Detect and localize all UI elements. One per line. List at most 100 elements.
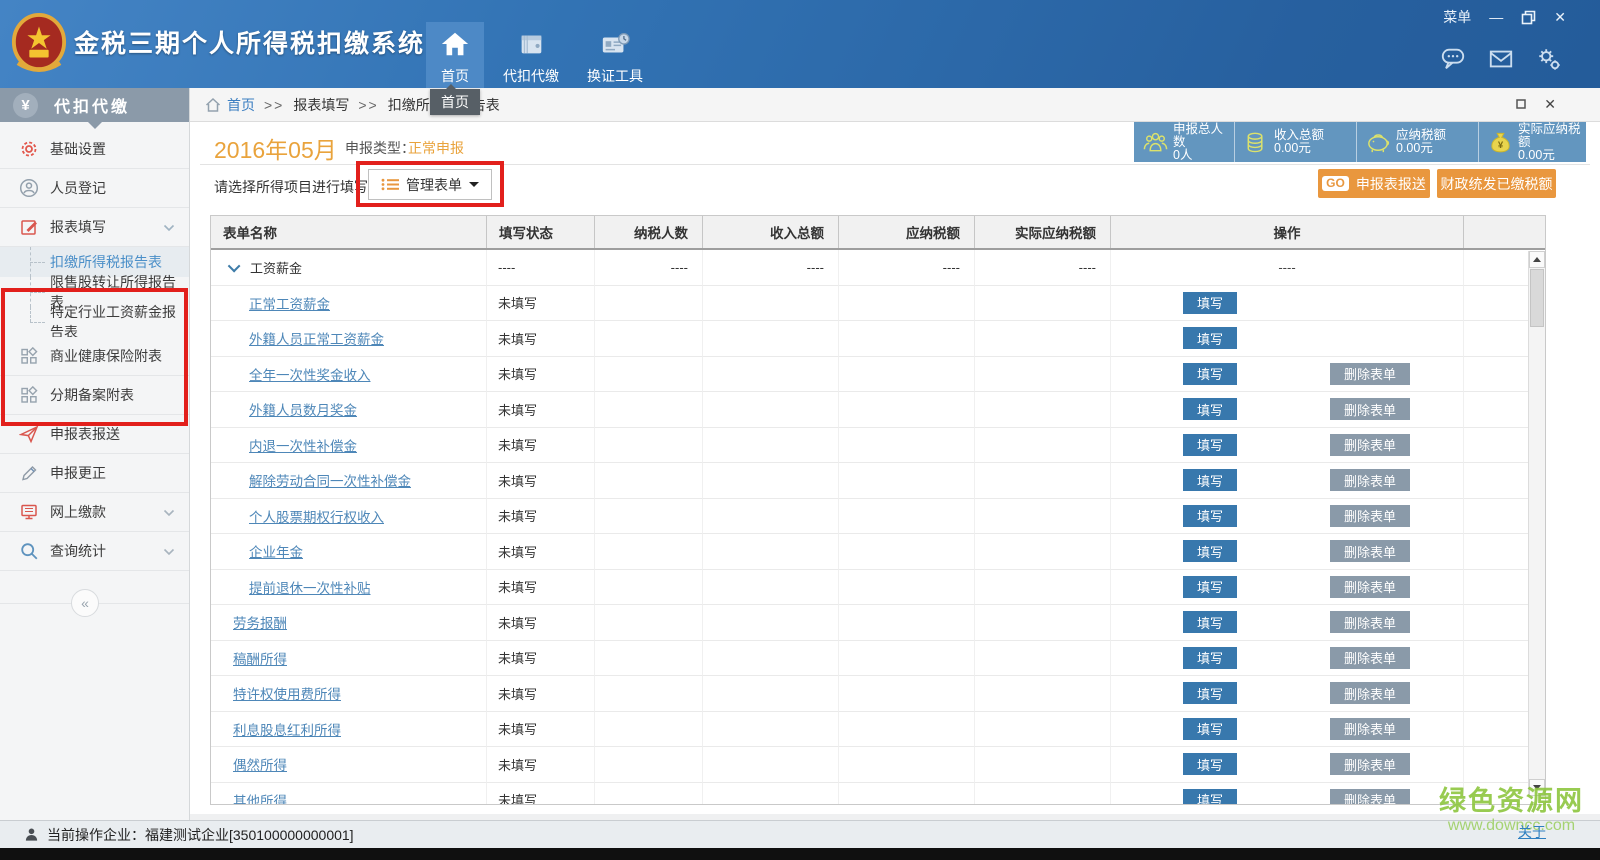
fiscal-paid-tax-button[interactable]: 财政统发已缴税额 [1437, 169, 1556, 198]
delete-form-button[interactable]: 删除表单 [1330, 505, 1410, 527]
table-scrollbar[interactable] [1528, 251, 1545, 796]
gear-icon[interactable] [1536, 46, 1562, 72]
sidebar-item-health-insurance[interactable]: 商业健康保险附表 [0, 337, 189, 376]
chat-icon[interactable] [1440, 46, 1466, 72]
fill-button[interactable]: 填写 [1183, 505, 1237, 527]
col-taxpayer-count: 纳税人数 [595, 216, 703, 248]
fill-button[interactable]: 填写 [1183, 611, 1237, 633]
form-link[interactable]: 利息股息红利所得 [233, 719, 341, 739]
sidebar-item-installment-filing[interactable]: 分期备案附表 [0, 376, 189, 415]
fill-button[interactable]: 填写 [1183, 469, 1237, 491]
sidebar-subitem-special-industry-report[interactable]: 特定行业工资薪金报告表 [0, 307, 189, 337]
form-link[interactable]: 劳务报酬 [233, 612, 287, 632]
table-row: 稿酬所得未填写填写删除表单 [211, 641, 1545, 677]
delete-form-button[interactable]: 删除表单 [1330, 753, 1410, 775]
breadcrumb-separator: >> [358, 97, 378, 113]
delete-form-button[interactable]: 删除表单 [1330, 469, 1410, 491]
submit-declaration-button[interactable]: GO 申报表报送 [1318, 169, 1430, 198]
delete-form-button[interactable]: 删除表单 [1330, 434, 1410, 456]
cell-actual-tax [975, 783, 1111, 806]
form-link[interactable]: 个人股票期权行权收入 [249, 506, 384, 526]
minimize-icon[interactable]: — [1489, 9, 1503, 25]
sidebar-item-query-statistics[interactable]: 查询统计 [0, 532, 189, 571]
form-link[interactable]: 全年一次性奖金收入 [249, 364, 371, 384]
cell-form-name: 外籍人员数月奖金 [211, 392, 487, 428]
stat-label: 申报总人数 [1173, 123, 1234, 149]
breadcrumb-home-link[interactable]: 首页 [227, 95, 255, 115]
cell-actions: 填写 删除表单 [1111, 747, 1464, 783]
menu-button[interactable]: 菜单 [1443, 7, 1471, 27]
form-link[interactable]: 稿酬所得 [233, 648, 287, 668]
sidebar-item-form-filling[interactable]: 报表填写 [0, 208, 189, 247]
nav-cert-tool[interactable]: 换证工具 [578, 22, 652, 88]
form-link[interactable]: 外籍人员数月奖金 [249, 399, 357, 419]
mail-icon[interactable] [1488, 46, 1514, 72]
fill-button[interactable]: 填写 [1183, 789, 1237, 805]
form-link[interactable]: 正常工资薪金 [249, 293, 330, 313]
fill-button[interactable]: 填写 [1183, 363, 1237, 385]
fill-button[interactable]: 填写 [1183, 647, 1237, 669]
form-link[interactable]: 企业年金 [249, 541, 303, 561]
fill-button[interactable]: 填写 [1183, 434, 1237, 456]
grid-icon [19, 385, 39, 405]
cell-fill-status: 未填写 [487, 463, 595, 499]
panel-maximize-icon[interactable] [1515, 98, 1527, 110]
sidebar-item-personnel[interactable]: 人员登记 [0, 169, 189, 208]
fill-button[interactable]: 填写 [1183, 540, 1237, 562]
collapse-group-icon[interactable] [228, 259, 241, 272]
cell-taxpayer-count: ---- [595, 250, 703, 286]
form-link[interactable]: 特许权使用费所得 [233, 683, 341, 703]
close-icon[interactable]: ✕ [1554, 9, 1566, 26]
sidebar-item-declaration-correction[interactable]: 申报更正 [0, 454, 189, 493]
form-link[interactable]: 解除劳动合同一次性补偿金 [249, 470, 411, 490]
delete-form-button[interactable]: 删除表单 [1330, 647, 1410, 669]
cell-fill-status: 未填写 [487, 676, 595, 712]
delete-form-button[interactable]: 删除表单 [1330, 363, 1410, 385]
sidebar-item-report-submission[interactable]: 申报表报送 [0, 415, 189, 454]
stat-value: 0.00元 [1518, 149, 1586, 162]
cell-total-income [703, 534, 839, 570]
form-link[interactable]: 外籍人员正常工资薪金 [249, 328, 384, 348]
home-icon [204, 96, 222, 114]
fill-button[interactable]: 填写 [1183, 292, 1237, 314]
cell-taxpayer-count [595, 712, 703, 748]
fill-button[interactable]: 填写 [1183, 398, 1237, 420]
cell-fill-status: 未填写 [487, 747, 595, 783]
fill-button[interactable]: 填写 [1183, 682, 1237, 704]
sidebar-collapse-button[interactable]: « [71, 589, 99, 617]
cell-tax-payable [839, 534, 975, 570]
delete-form-button[interactable]: 删除表单 [1330, 611, 1410, 633]
fill-button[interactable]: 填写 [1183, 753, 1237, 775]
form-link[interactable]: 内退一次性补偿金 [249, 435, 357, 455]
restore-icon[interactable] [1521, 10, 1536, 25]
cell-actual-tax: ---- [975, 250, 1111, 286]
delete-form-button[interactable]: 删除表单 [1330, 576, 1410, 598]
cell-fill-status: 未填写 [487, 712, 595, 748]
person-icon [24, 827, 39, 842]
form-link[interactable]: 提前退休一次性补贴 [249, 577, 371, 597]
scroll-up-icon[interactable] [1529, 251, 1545, 268]
delete-form-button[interactable]: 删除表单 [1330, 682, 1410, 704]
delete-form-button[interactable]: 删除表单 [1330, 718, 1410, 740]
cell-form-name: 正常工资薪金 [211, 286, 487, 322]
sidebar-item-basic-settings[interactable]: 基础设置 [0, 130, 189, 169]
scrollbar-thumb[interactable] [1530, 269, 1544, 327]
cell-fill-status: 未填写 [487, 499, 595, 535]
panel-close-icon[interactable]: ✕ [1544, 98, 1556, 110]
delete-form-button[interactable]: 删除表单 [1330, 789, 1410, 805]
col-actions: 操作 [1111, 216, 1464, 248]
yuan-coin-icon: ¥ [13, 93, 38, 118]
scroll-down-icon[interactable] [1529, 779, 1545, 796]
fill-button[interactable]: 填写 [1183, 576, 1237, 598]
fill-button[interactable]: 填写 [1183, 327, 1237, 349]
form-link[interactable]: 其他所得 [233, 790, 287, 805]
manage-forms-button[interactable]: 管理表单 [368, 169, 492, 200]
nav-withholding[interactable]: 代扣代缴 [494, 22, 568, 88]
form-link[interactable]: 偶然所得 [233, 754, 287, 774]
sidebar-item-online-payment[interactable]: 网上缴款 [0, 493, 189, 532]
fill-button[interactable]: 填写 [1183, 718, 1237, 740]
delete-form-button[interactable]: 删除表单 [1330, 398, 1410, 420]
table-header: 表单名称 填写状态 纳税人数 收入总额 应纳税额 实际应纳税额 操作 [211, 216, 1545, 250]
delete-form-button[interactable]: 删除表单 [1330, 540, 1410, 562]
about-link[interactable]: 关于 [1518, 822, 1546, 842]
